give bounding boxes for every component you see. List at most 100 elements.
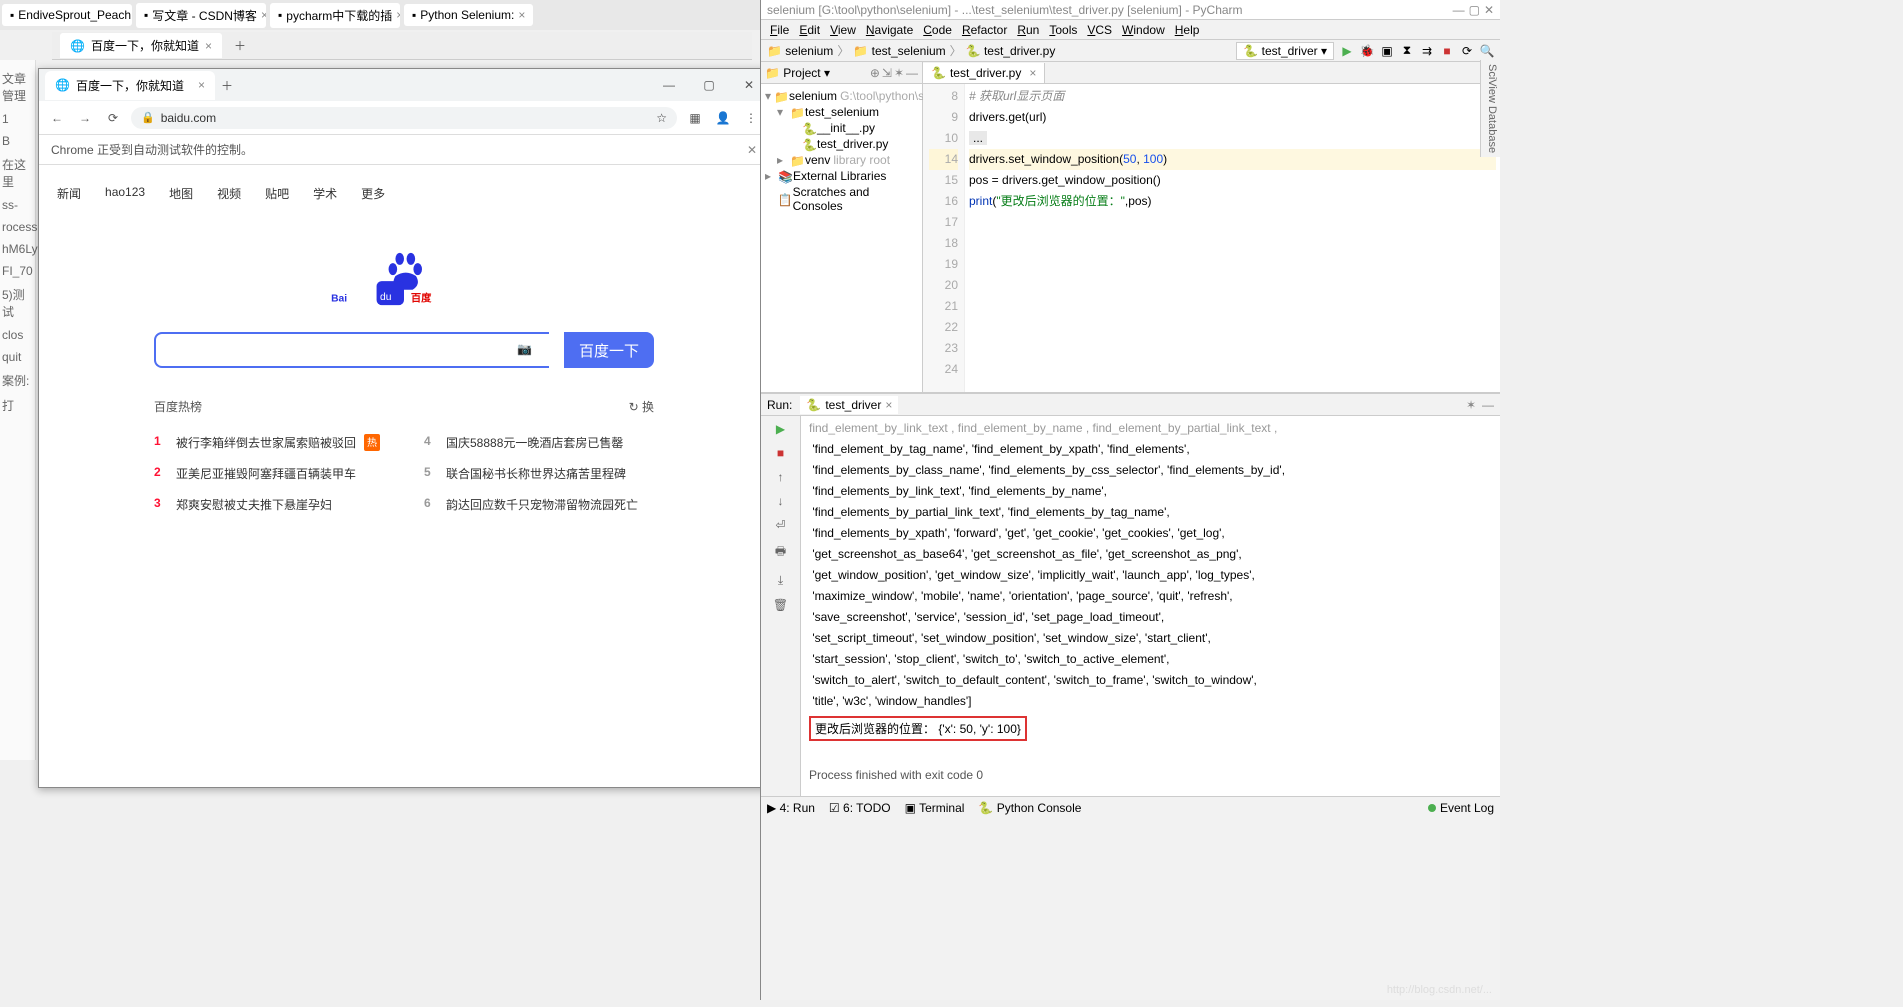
close-icon[interactable]: ✕ xyxy=(1484,3,1494,17)
crumb-file[interactable]: 🐍 test_driver.py xyxy=(966,44,1056,58)
menu-item[interactable]: Window xyxy=(1119,23,1168,37)
toolwin-pyconsole[interactable]: 🐍 Python Console xyxy=(978,801,1081,815)
gear-icon[interactable]: ✶ xyxy=(1466,398,1476,412)
toolwin-todo[interactable]: ☑ 6: TODO xyxy=(829,801,891,815)
new-tab-button[interactable]: ＋ xyxy=(215,77,239,94)
close-icon[interactable]: × xyxy=(396,8,400,22)
print-icon[interactable]: 🖶 xyxy=(775,542,786,563)
hotlist-item[interactable]: 2亚美尼亚摧毁阿塞拜疆百辆装甲车 xyxy=(154,458,384,489)
maximize-icon[interactable]: ▢ xyxy=(689,69,729,101)
menu-item[interactable]: File xyxy=(767,23,792,37)
tree-node[interactable]: ▾📁test_selenium xyxy=(765,104,918,120)
close-icon[interactable]: × xyxy=(198,78,205,92)
tree-node[interactable]: ▾📁selenium G:\tool\python\se xyxy=(765,88,918,104)
toolwin-run[interactable]: ▶ 4: Run xyxy=(767,801,815,815)
export-icon[interactable]: ⤓ xyxy=(778,573,783,588)
concurrency-icon[interactable]: ⇉ xyxy=(1420,44,1434,58)
menu-item[interactable]: Edit xyxy=(796,23,823,37)
project-tab[interactable]: 📁 Project ▾ xyxy=(765,66,830,80)
tree-node[interactable]: ▸📚External Libraries xyxy=(765,168,918,184)
menu-item[interactable]: VCS xyxy=(1084,23,1115,37)
camera-icon[interactable]: 📷 xyxy=(517,342,532,378)
wrap-icon[interactable]: ⏎ xyxy=(775,518,785,532)
hotlist-item[interactable]: 6韵达回应数千只宠物滞留物流园死亡 xyxy=(424,489,654,520)
hotlist-swap[interactable]: ↻ 换 xyxy=(629,398,654,415)
toolwin-terminal[interactable]: ▣ Terminal xyxy=(905,801,965,815)
menu-icon[interactable]: ⋮ xyxy=(741,108,761,128)
gear-icon[interactable]: ✶ xyxy=(894,66,904,80)
event-log[interactable]: Event Log xyxy=(1428,801,1494,815)
forward-icon[interactable]: → xyxy=(75,108,95,128)
update-icon[interactable]: ⟳ xyxy=(1460,44,1474,58)
hotlist-item[interactable]: 1被行李箱绊倒去世家属索赔被驳回热 xyxy=(154,427,384,458)
baidu-nav-link[interactable]: 新闻 xyxy=(57,185,81,202)
menu-item[interactable]: Code xyxy=(920,23,955,37)
search-icon[interactable]: 🔍 xyxy=(1480,44,1494,58)
baidu-nav-link[interactable]: hao123 xyxy=(105,185,145,202)
url-bar[interactable]: 🔒 baidu.com ☆ xyxy=(131,107,677,129)
stop-icon[interactable]: ■ xyxy=(777,446,784,460)
target-icon[interactable]: ⊕ xyxy=(870,66,880,80)
run-config-dropdown[interactable]: 🐍 test_driver ▾ xyxy=(1236,42,1334,60)
menu-item[interactable]: Navigate xyxy=(863,23,916,37)
close-icon[interactable]: × xyxy=(1029,66,1036,80)
new-tab-button[interactable]: ＋ xyxy=(228,34,252,58)
bg-tab[interactable]: ▪Python Selenium:× xyxy=(404,4,533,26)
coverage-icon[interactable]: ▣ xyxy=(1380,44,1394,58)
back-icon[interactable]: ← xyxy=(47,108,67,128)
hotlist-item[interactable]: 5联合国秘书长称世界达痛苦里程碑 xyxy=(424,458,654,489)
baidu-nav-link[interactable]: 地图 xyxy=(169,185,193,202)
stop-icon[interactable]: ■ xyxy=(1440,44,1454,58)
trash-icon[interactable]: 🗑 xyxy=(773,598,788,612)
code-area[interactable]: 89101112131415161718192021222324 # 获取url… xyxy=(923,84,1500,392)
tree-node[interactable]: 🐍test_driver.py xyxy=(765,136,918,152)
profile-icon[interactable]: 👤 xyxy=(713,108,733,128)
bg-tab[interactable]: ▪写文章 - CSDN博客× xyxy=(136,3,266,28)
close-icon[interactable]: × xyxy=(205,39,212,53)
up-icon[interactable]: ↑ xyxy=(778,470,784,484)
down-icon[interactable]: ↓ xyxy=(778,494,784,508)
hide-icon[interactable]: — xyxy=(906,66,918,80)
run-output[interactable]: find_element_by_link_text , find_element… xyxy=(801,416,1500,796)
profile-icon[interactable]: ⧗ xyxy=(1400,44,1414,58)
menu-item[interactable]: View xyxy=(827,23,859,37)
search-input[interactable] xyxy=(154,332,549,368)
menu-item[interactable]: Refactor xyxy=(959,23,1010,37)
hide-icon[interactable]: — xyxy=(1482,398,1494,412)
collapse-icon[interactable]: ⇲ xyxy=(882,66,892,80)
bg-tab[interactable]: ▪pycharm中下载的插× xyxy=(270,3,400,28)
star-icon[interactable]: ☆ xyxy=(656,111,667,125)
crumb-root[interactable]: 📁 selenium xyxy=(767,44,833,58)
right-toolwindow-tabs[interactable]: SciView Database xyxy=(1480,60,1500,157)
run-icon[interactable]: ▶ xyxy=(1340,44,1354,58)
editor-tab[interactable]: 🐍 test_driver.py × xyxy=(923,63,1045,83)
bg-inner-tab[interactable]: 🌐 百度一下，你就知道 × xyxy=(60,33,222,58)
close-icon[interactable]: × xyxy=(518,8,525,22)
debug-icon[interactable]: 🐞 xyxy=(1360,44,1374,58)
bg-tab[interactable]: ▪EndiveSprout_Peach× xyxy=(2,4,132,26)
close-icon[interactable]: ✕ xyxy=(747,143,757,157)
hotlist-item[interactable]: 4国庆58888元一晚酒店套房已售罄 xyxy=(424,427,654,458)
tree-node[interactable]: ▸📁venv library root xyxy=(765,152,918,168)
baidu-nav-link[interactable]: 学术 xyxy=(313,185,337,202)
search-button[interactable]: 百度一下 xyxy=(564,332,654,368)
run-tab[interactable]: 🐍 test_driver × xyxy=(800,396,898,414)
menu-item[interactable]: Tools xyxy=(1046,23,1080,37)
close-icon[interactable]: × xyxy=(261,8,266,22)
baidu-nav-link[interactable]: 视频 xyxy=(217,185,241,202)
crumb-pkg[interactable]: 📁 test_selenium xyxy=(853,44,945,58)
extension-icon[interactable]: ▦ xyxy=(685,108,705,128)
hotlist-item[interactable]: 3郑爽安慰被丈夫推下悬崖孕妇 xyxy=(154,489,384,520)
chrome-tab[interactable]: 🌐 百度一下，你就知道 × xyxy=(45,71,215,100)
baidu-nav-link[interactable]: 贴吧 xyxy=(265,185,289,202)
code-lines[interactable]: # 获取url显示页面drivers.get(url)...drivers.se… xyxy=(965,84,1500,392)
rerun-icon[interactable]: ▶ xyxy=(776,422,785,436)
minimize-icon[interactable]: — xyxy=(1453,3,1465,17)
menu-item[interactable]: Run xyxy=(1014,23,1042,37)
tree-node[interactable]: 📋Scratches and Consoles xyxy=(765,184,918,214)
maximize-icon[interactable]: ▢ xyxy=(1469,3,1480,17)
menu-item[interactable]: Help xyxy=(1172,23,1203,37)
baidu-nav-link[interactable]: 更多 xyxy=(361,185,385,202)
tree-node[interactable]: 🐍__init__.py xyxy=(765,120,918,136)
reload-icon[interactable]: ⟳ xyxy=(103,108,123,128)
